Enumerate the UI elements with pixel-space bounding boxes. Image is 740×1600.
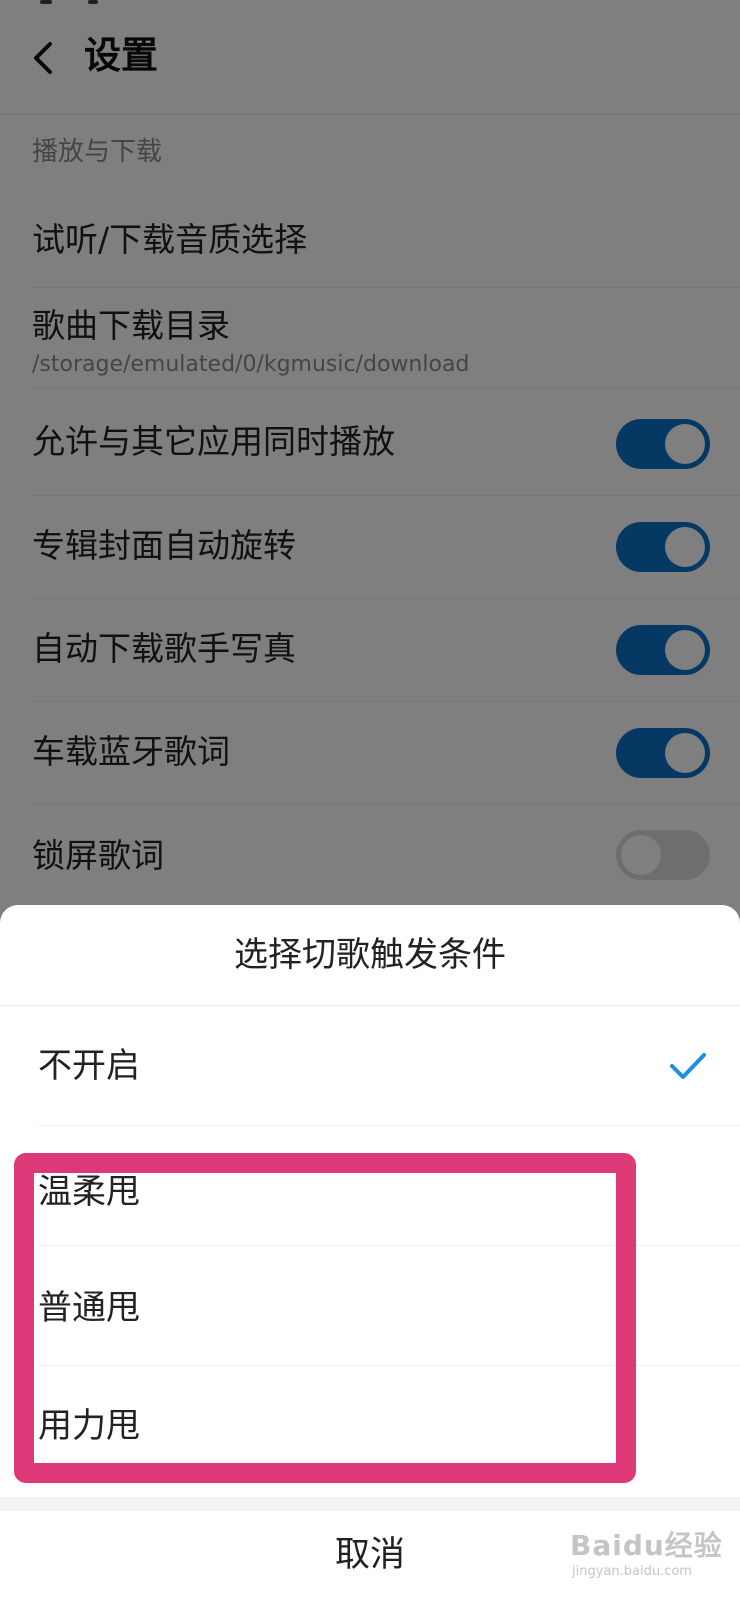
highlight-annotation-box — [14, 1153, 636, 1483]
baidu-watermark: Baidu经验 jingyan.baidu.com — [566, 1516, 726, 1586]
sheet-gap — [0, 1497, 740, 1511]
watermark-text: Baidu经验 — [570, 1529, 723, 1562]
sheet-title: 选择切歌触发条件 — [234, 935, 506, 975]
option-label: 不开启 — [38, 1046, 140, 1086]
option-off[interactable]: 不开启 — [0, 1006, 740, 1126]
checkmark-icon — [670, 1053, 706, 1079]
watermark-subtext: jingyan.baidu.com — [572, 1564, 692, 1579]
